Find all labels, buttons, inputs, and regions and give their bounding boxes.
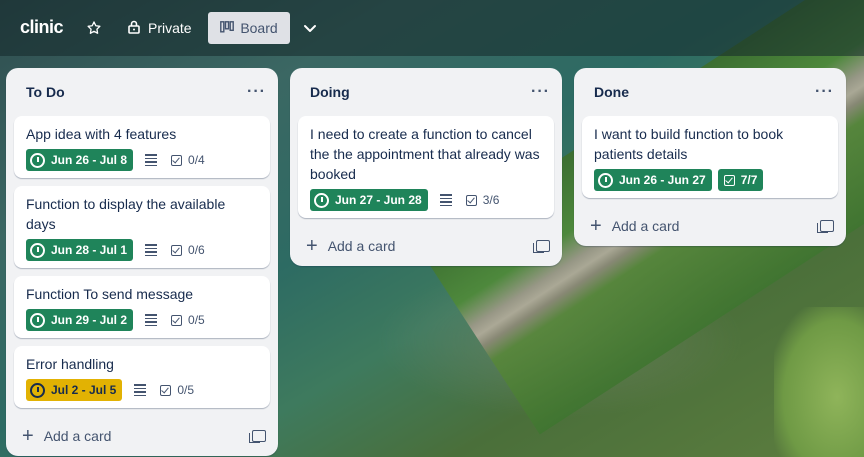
template-icon[interactable]: [249, 430, 266, 443]
due-date-badge[interactable]: Jun 26 - Jun 27: [594, 169, 712, 191]
board-header: clinic Private Board: [0, 0, 864, 56]
card[interactable]: Function To send message Jun 29 - Jul 2 …: [14, 276, 270, 338]
card-title: Function To send message: [26, 286, 194, 302]
card-title: I need to create a function to cancel th…: [310, 126, 540, 182]
card[interactable]: Function to display the available days J…: [14, 186, 270, 268]
plus-icon: +: [22, 425, 34, 447]
add-card-button[interactable]: + Add a card: [6, 416, 278, 456]
plus-icon: +: [306, 235, 318, 257]
card-title: Function to display the available days: [26, 196, 226, 232]
visibility-label: Private: [148, 20, 192, 36]
due-date-badge[interactable]: Jul 2 - Jul 5: [26, 379, 123, 401]
list-doing: Doing ··· I need to create a function to…: [290, 68, 562, 266]
add-card-button[interactable]: + Add a card: [574, 206, 846, 246]
checkbox-icon: [160, 384, 172, 396]
clock-icon: [30, 152, 45, 168]
chevron-down-icon: [304, 25, 316, 32]
visibility-button[interactable]: Private: [120, 12, 200, 44]
board-icon: [220, 20, 235, 36]
star-icon: [87, 21, 101, 34]
due-date-badge[interactable]: Jun 26 - Jul 8: [26, 149, 134, 171]
card[interactable]: App idea with 4 features Jun 26 - Jul 8 …: [14, 116, 270, 178]
list-title[interactable]: To Do: [26, 84, 65, 100]
checkbox-icon: [171, 244, 183, 256]
checklist-badge: 0/6: [171, 243, 205, 257]
checklist-badge: 0/5: [171, 313, 205, 327]
description-icon: [145, 154, 158, 166]
lock-icon: [128, 20, 140, 37]
description-icon: [145, 244, 158, 256]
list-done: Done ··· I want to build function to boo…: [574, 68, 846, 246]
add-card-label: Add a card: [43, 428, 112, 444]
add-card-button[interactable]: + Add a card: [290, 226, 562, 266]
list-menu-icon[interactable]: ···: [815, 83, 834, 101]
card[interactable]: Error handling Jul 2 - Jul 5 0/5: [14, 346, 270, 408]
card-title: App idea with 4 features: [26, 126, 177, 142]
template-icon[interactable]: [533, 240, 550, 253]
due-date-badge[interactable]: Jun 29 - Jul 2: [26, 309, 134, 331]
checkbox-icon: [465, 194, 477, 206]
board-view-button[interactable]: Board: [208, 12, 290, 44]
checklist-badge: 0/4: [171, 153, 205, 167]
template-icon[interactable]: [817, 220, 834, 233]
checkbox-icon: [171, 314, 183, 326]
clock-icon: [30, 382, 45, 398]
background-grass: [774, 307, 864, 457]
clock-icon: [30, 312, 45, 328]
checklist-badge: 3/6: [465, 193, 499, 207]
plus-icon: +: [590, 215, 602, 237]
list-menu-icon[interactable]: ···: [247, 83, 266, 101]
view-switcher-button[interactable]: [296, 12, 324, 44]
card[interactable]: I need to create a function to cancel th…: [298, 116, 554, 218]
checkbox-icon: [723, 174, 735, 186]
board-view-label: Board: [240, 20, 278, 36]
list-title[interactable]: Done: [594, 84, 629, 100]
card[interactable]: I want to build function to book patient…: [582, 116, 838, 198]
checklist-badge: 7/7: [717, 169, 764, 191]
description-icon: [145, 314, 158, 326]
clock-icon: [30, 242, 45, 258]
add-card-label: Add a card: [327, 238, 396, 254]
list-menu-icon[interactable]: ···: [531, 83, 550, 101]
checkbox-icon: [171, 154, 183, 166]
checklist-badge: 0/5: [160, 383, 194, 397]
clock-icon: [598, 172, 613, 188]
due-date-badge[interactable]: Jun 27 - Jun 28: [310, 189, 428, 211]
card-title: I want to build function to book patient…: [594, 126, 784, 162]
description-icon: [439, 194, 452, 206]
add-card-label: Add a card: [611, 218, 680, 234]
board-name[interactable]: clinic: [20, 17, 64, 38]
star-button[interactable]: [80, 12, 108, 44]
description-icon: [134, 384, 147, 396]
list-title[interactable]: Doing: [310, 84, 350, 100]
card-title: Error handling: [26, 356, 114, 372]
due-date-badge[interactable]: Jun 28 - Jul 1: [26, 239, 134, 261]
clock-icon: [314, 192, 329, 208]
list-to-do: To Do ··· App idea with 4 features Jun 2…: [6, 68, 278, 456]
